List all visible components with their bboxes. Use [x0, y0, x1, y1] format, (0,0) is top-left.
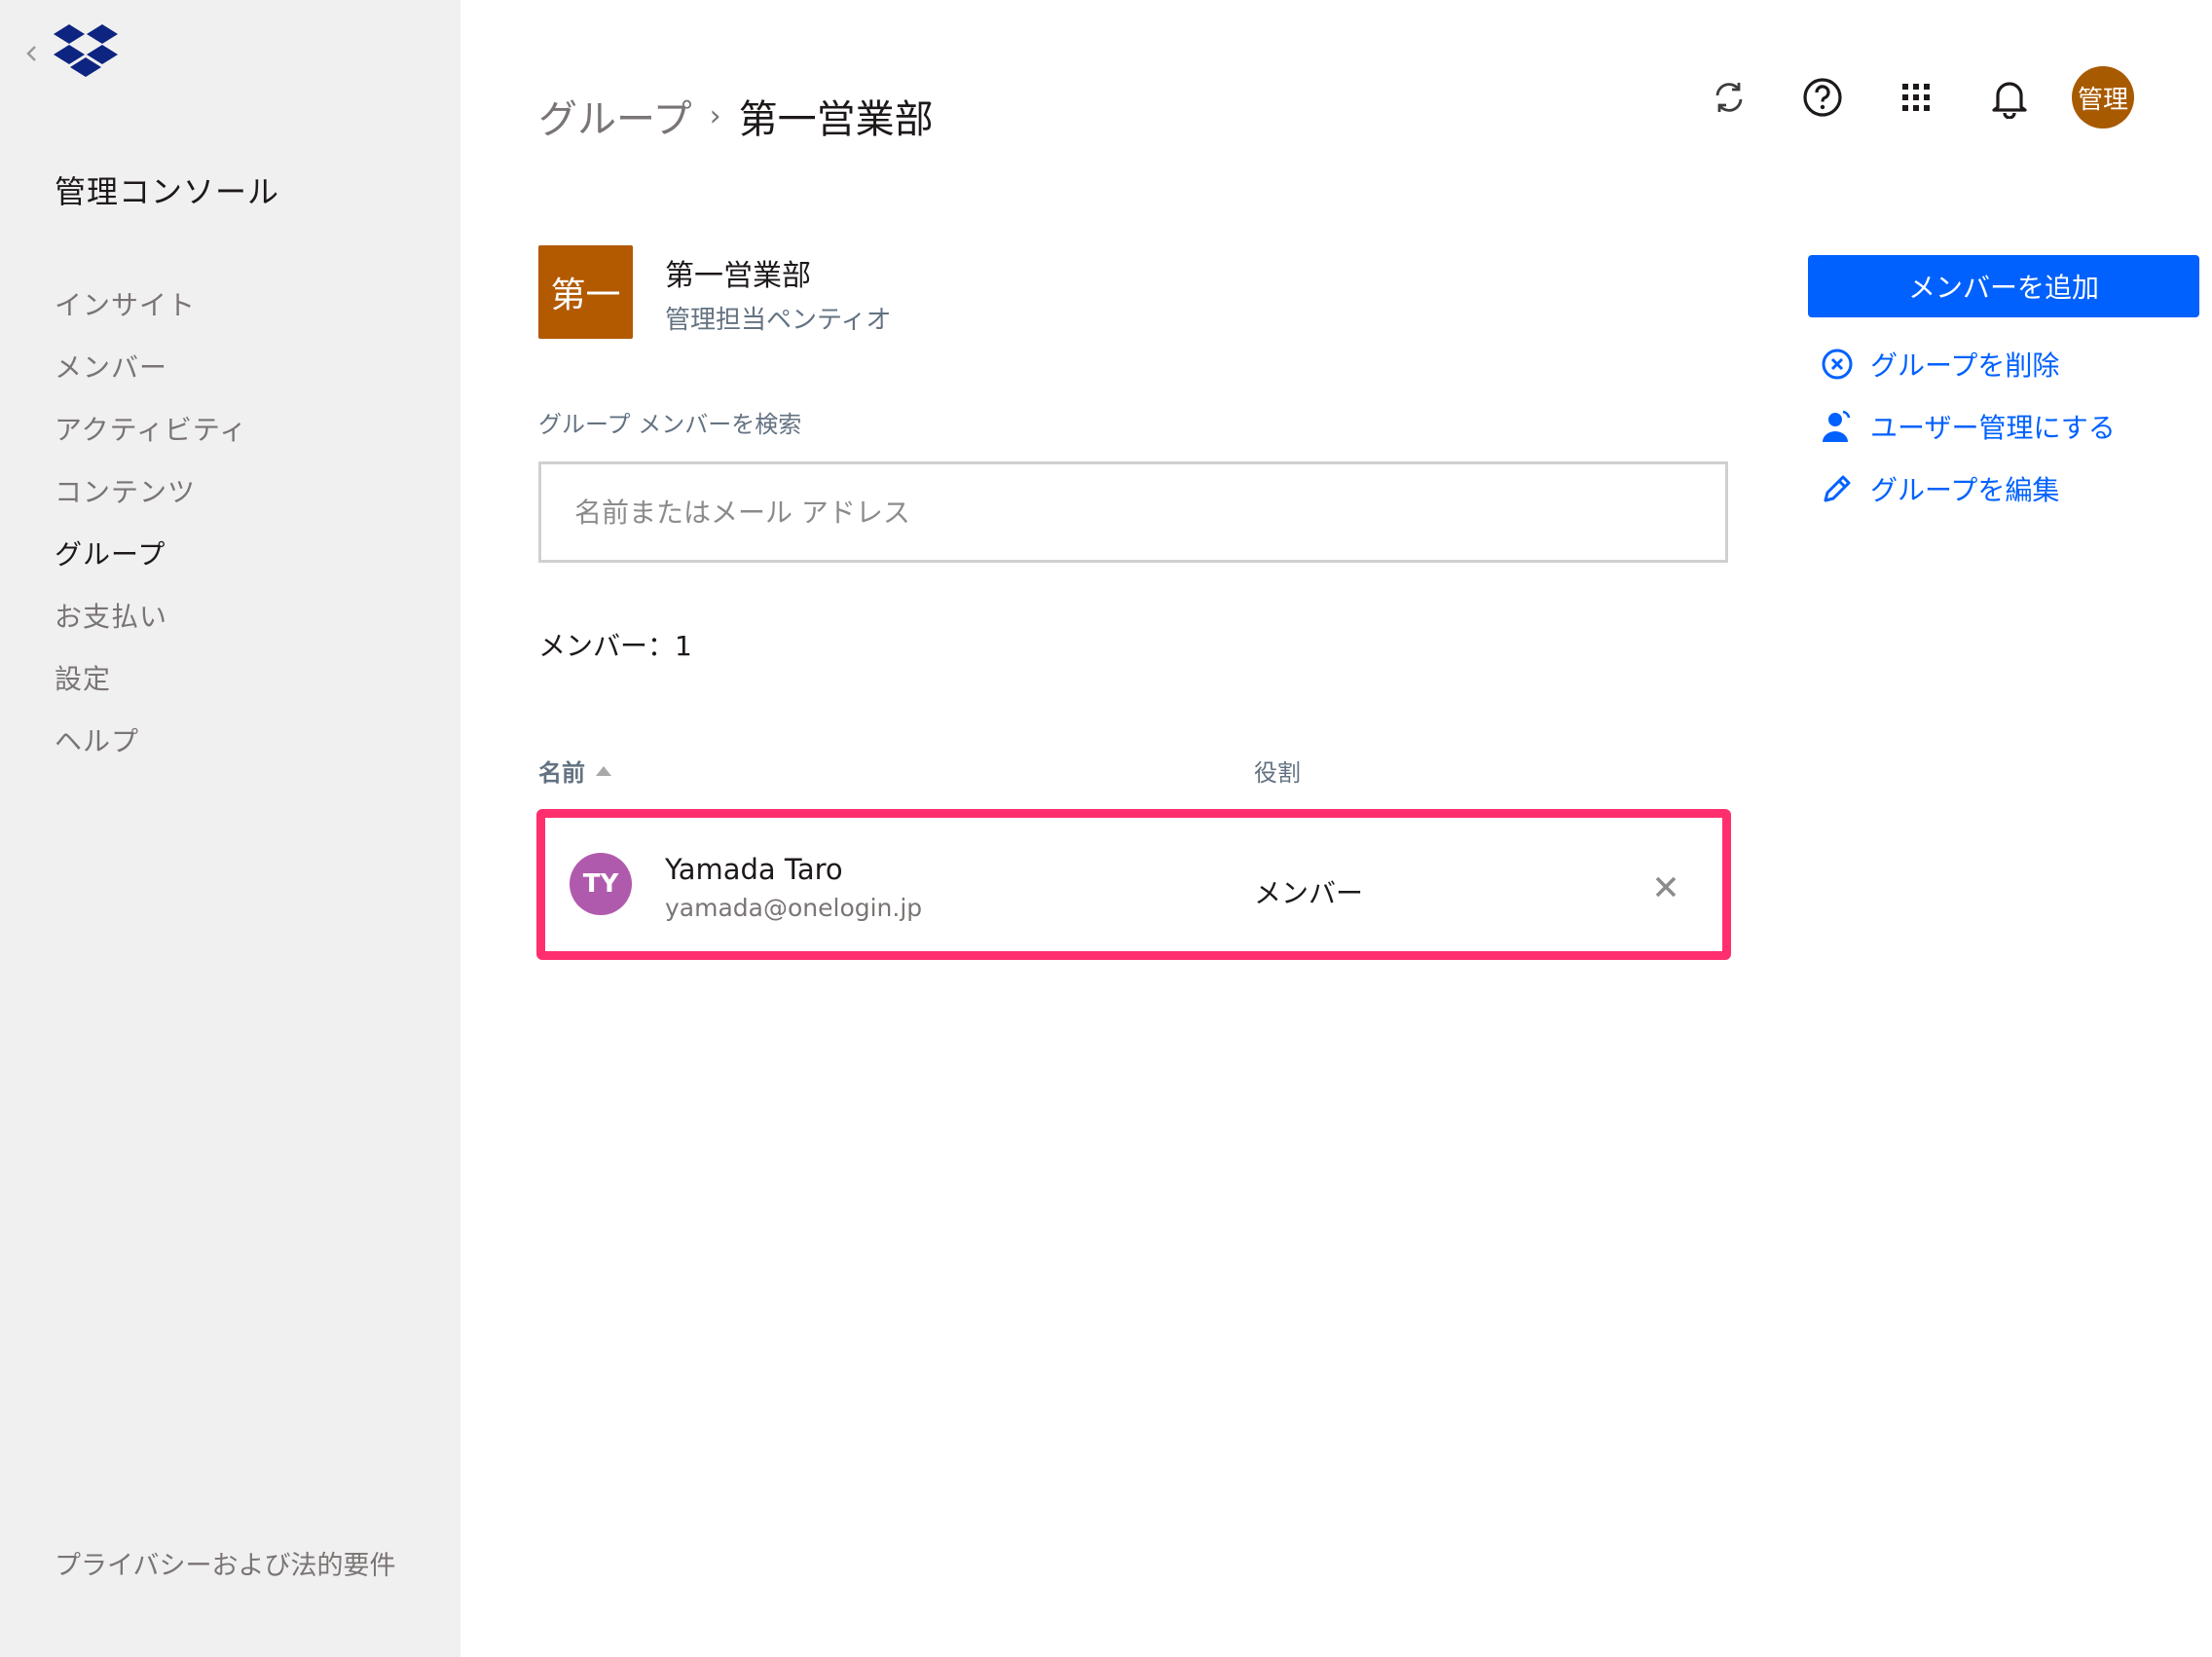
- sidebar-item-billing[interactable]: お支払い: [55, 596, 247, 658]
- app-grid-icon[interactable]: [1885, 66, 1947, 129]
- sidebar-nav: インサイト メンバー アクティビティ コンテンツ グループ お支払い 設定 ヘル…: [55, 284, 247, 783]
- add-member-button[interactable]: メンバーを追加: [1808, 255, 2199, 317]
- account-avatar[interactable]: 管理: [2072, 66, 2134, 129]
- sidebar-item-content[interactable]: コンテンツ: [55, 471, 247, 534]
- column-header-name-label: 名前: [538, 759, 585, 787]
- group-name: 第一営業部: [665, 259, 811, 293]
- sidebar-item-help[interactable]: ヘルプ: [55, 720, 247, 783]
- sidebar-item-activity[interactable]: アクティビティ: [55, 409, 247, 471]
- close-icon[interactable]: [1651, 872, 1680, 902]
- circle-x-icon: [1818, 345, 1857, 384]
- sidebar-item-members[interactable]: メンバー: [55, 347, 247, 409]
- group-manager: 管理担当ペンティオ: [665, 306, 892, 335]
- page-title: 第一営業部: [738, 97, 934, 142]
- make-user-managed-label: ユーザー管理にする: [1870, 412, 2116, 444]
- make-user-managed-link[interactable]: ユーザー管理にする: [1818, 407, 2116, 446]
- column-header-name[interactable]: 名前: [538, 754, 612, 788]
- table-row[interactable]: TY Yamada Taro yamada@onelogin.jp メンバー: [536, 809, 1731, 960]
- group-badge: 第一: [538, 245, 633, 339]
- privacy-legal-link[interactable]: プライバシーおよび法的要件: [55, 1546, 405, 1587]
- bell-icon[interactable]: [1978, 66, 2041, 129]
- member-count: メンバー：1: [538, 630, 692, 662]
- breadcrumb-groups[interactable]: グループ: [538, 88, 692, 144]
- sidebar: 管理コンソール インサイト メンバー アクティビティ コンテンツ グループ お支…: [0, 0, 461, 1657]
- chevron-right-icon: ›: [709, 98, 721, 133]
- dropbox-logo[interactable]: [54, 23, 118, 80]
- edit-group-label: グループを編集: [1870, 474, 2060, 506]
- search-label: グループ メンバーを検索: [538, 411, 802, 438]
- user-icon: [1818, 407, 1857, 446]
- edit-group-link[interactable]: グループを編集: [1818, 469, 2059, 508]
- sort-ascending-icon: [596, 765, 611, 776]
- header-toolbar: 管理: [1667, 66, 2134, 129]
- help-icon[interactable]: [1791, 66, 1854, 129]
- delete-group-label: グループを削除: [1870, 350, 2060, 382]
- delete-group-link[interactable]: グループを削除: [1818, 345, 2059, 384]
- sidebar-item-groups[interactable]: グループ: [55, 534, 247, 596]
- member-role[interactable]: メンバー: [1254, 872, 1363, 911]
- column-header-role: 役割: [1254, 759, 1301, 787]
- sidebar-item-insights[interactable]: インサイト: [55, 284, 247, 347]
- sidebar-item-settings[interactable]: 設定: [55, 658, 247, 720]
- sync-icon[interactable]: [1698, 66, 1760, 129]
- avatar: TY: [570, 853, 632, 915]
- member-name: Yamada Taro: [665, 853, 843, 886]
- pencil-icon: [1818, 469, 1857, 508]
- breadcrumb: グループ › 第一営業部: [538, 88, 934, 144]
- member-search-input[interactable]: [538, 461, 1728, 563]
- member-email: yamada@onelogin.jp: [665, 894, 923, 922]
- chevron-left-icon[interactable]: [21, 37, 41, 70]
- console-title: 管理コンソール: [55, 173, 280, 210]
